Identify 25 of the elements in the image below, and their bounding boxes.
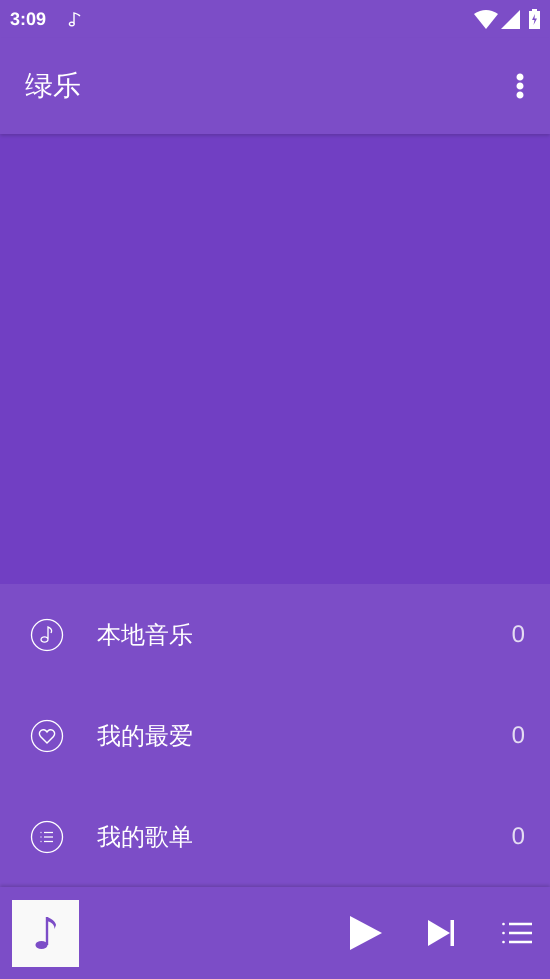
battery-icon (529, 9, 540, 29)
list-icon (502, 922, 532, 944)
library-item[interactable]: 我的歌单 0 (0, 786, 550, 887)
item-label: 本地音乐 (97, 620, 194, 650)
list-icon (30, 820, 64, 854)
playlist-button[interactable] (502, 922, 532, 944)
music-note-icon (34, 915, 58, 951)
library-item[interactable]: 本地音乐 0 (0, 584, 550, 685)
library-item[interactable]: 我的最爱 0 (0, 685, 550, 786)
signal-icon (501, 10, 520, 28)
skip-next-icon (428, 920, 454, 946)
play-button[interactable] (350, 916, 382, 950)
music-note-icon (68, 11, 82, 27)
item-count: 0 (512, 822, 525, 850)
item-count: 0 (512, 722, 525, 750)
item-label: 我的歌单 (97, 822, 194, 852)
next-button[interactable] (428, 920, 454, 946)
wifi-icon (474, 10, 498, 28)
item-count: 0 (512, 620, 525, 648)
more-vertical-icon (516, 73, 524, 99)
app-title: 绿乐 (25, 69, 82, 103)
status-time: 3:09 (10, 8, 46, 30)
item-label: 我的最爱 (97, 722, 194, 752)
music-note-icon (30, 618, 64, 652)
play-icon (350, 916, 382, 950)
